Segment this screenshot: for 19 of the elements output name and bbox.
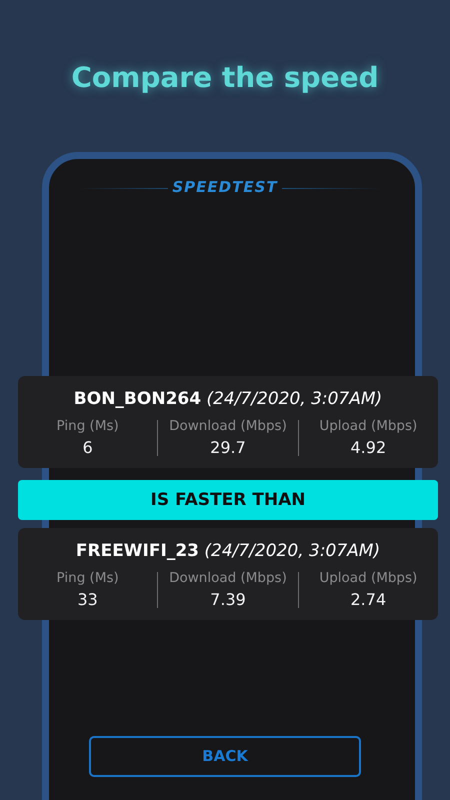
- metric-value: 4.92: [350, 437, 388, 459]
- metric-value: 29.7: [209, 437, 247, 459]
- test-date: (24/7/2020, 3:07AM): [206, 389, 382, 409]
- verdict-banner: IS FASTER THAN: [18, 480, 438, 520]
- metric-value: 6: [82, 437, 94, 459]
- metric-label: Download (Mbps): [168, 569, 288, 588]
- network-name: BON_BON264: [74, 389, 202, 409]
- test-date: (24/7/2020, 3:07AM): [204, 541, 380, 561]
- metric-label: Ping (Ms): [56, 417, 120, 436]
- metric-label: Download (Mbps): [168, 417, 288, 436]
- metric-label: Ping (Ms): [56, 569, 120, 588]
- metric-label: Upload (Mbps): [318, 417, 418, 436]
- metric-value: 2.74: [350, 589, 388, 611]
- network-name: FREEWIFI_23: [76, 541, 199, 561]
- back-button[interactable]: BACK: [89, 736, 361, 777]
- metric-label: Upload (Mbps): [318, 569, 418, 588]
- metric-value: 33: [76, 589, 99, 611]
- metric-value: 7.39: [209, 589, 247, 611]
- page-title: Compare the speed: [70, 60, 380, 96]
